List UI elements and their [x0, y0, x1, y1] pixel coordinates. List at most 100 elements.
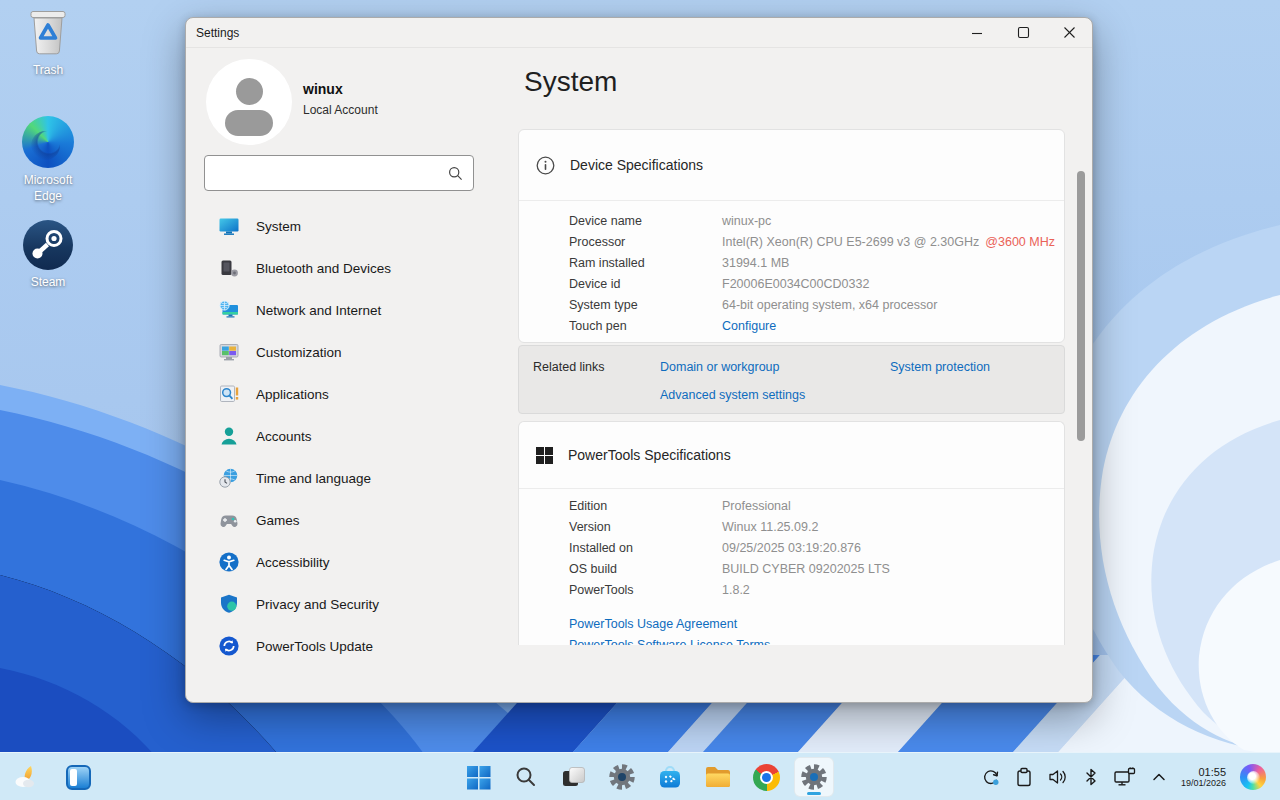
- spec-row-touch-pen: Touch pen Configure: [519, 315, 1064, 336]
- spec-row-installed-on: Installed on 09/25/2025 03:19:20.876: [519, 537, 1064, 558]
- powertools-license-terms-link[interactable]: PowerTools Software License Terms: [569, 635, 1064, 645]
- sidebar-item-label: Privacy and Security: [256, 597, 379, 612]
- sidebar-item-label: Accounts: [256, 429, 312, 444]
- desktop-icon-trash[interactable]: Trash: [0, 8, 96, 79]
- spec-value: 1.8.2: [722, 583, 750, 597]
- sidebar-item-network[interactable]: Network and Internet: [204, 289, 489, 331]
- sidebar-item-time-language[interactable]: Time and language: [204, 457, 489, 499]
- sync-icon[interactable]: [981, 767, 1001, 787]
- clipboard-icon[interactable]: [1015, 767, 1033, 787]
- windows-logo-icon: [536, 447, 553, 464]
- spec-value: 09/25/2025 03:19:20.876: [722, 541, 861, 555]
- desktop-icon-label: Microsoft Edge: [12, 173, 84, 204]
- sidebar-item-accessibility[interactable]: Accessibility: [204, 541, 489, 583]
- spec-label: Device name: [569, 214, 722, 228]
- sidebar-item-bluetooth[interactable]: Bluetooth and Devices: [204, 247, 489, 289]
- card-title: PowerTools Specifications: [568, 447, 731, 463]
- taskbar: 01:55 19/01/2026: [0, 752, 1280, 800]
- widgets-icon[interactable]: [66, 765, 91, 790]
- task-view-button[interactable]: [554, 757, 594, 797]
- sidebar-item-label: Bluetooth and Devices: [256, 261, 391, 276]
- sidebar-item-label: System: [256, 219, 301, 234]
- powertools-update-icon: [218, 635, 240, 657]
- settings-app-button-active[interactable]: [794, 757, 834, 797]
- spec-label: Ram installed: [569, 256, 722, 270]
- maximize-button[interactable]: [1000, 18, 1046, 47]
- windows-start-icon: [466, 765, 491, 790]
- settings-gear-button[interactable]: [602, 757, 642, 797]
- sidebar-item-system[interactable]: System: [204, 205, 489, 247]
- sidebar-item-label: Time and language: [256, 471, 371, 486]
- taskbar-clock[interactable]: 01:55 19/01/2026: [1181, 766, 1226, 789]
- search-input[interactable]: [205, 156, 473, 190]
- scrollbar-thumb[interactable]: [1077, 171, 1085, 441]
- system-icon: [218, 215, 240, 237]
- weather-icon[interactable]: [12, 763, 40, 791]
- configure-link[interactable]: Configure: [722, 319, 776, 333]
- store-button[interactable]: [650, 757, 690, 797]
- volume-icon[interactable]: [1047, 767, 1069, 787]
- bluetooth-icon[interactable]: [1083, 767, 1099, 787]
- spec-label: Device id: [569, 277, 722, 291]
- chevron-up-icon[interactable]: [1151, 769, 1167, 785]
- system-protection-link[interactable]: System protection: [890, 360, 990, 374]
- start-button[interactable]: [458, 757, 498, 797]
- sidebar-item-label: Accessibility: [256, 555, 330, 570]
- spec-value: F20006E0034C00CD0332: [722, 277, 869, 291]
- related-links-section: Related links Domain or workgroup System…: [518, 345, 1065, 414]
- bluetooth-devices-icon: [218, 257, 240, 279]
- time-language-icon: [218, 467, 240, 489]
- taskbar-search-button[interactable]: [506, 757, 546, 797]
- sidebar-item-powertools-update[interactable]: PowerTools Update: [204, 625, 489, 667]
- search-box[interactable]: [204, 155, 474, 191]
- spec-value: Professional: [722, 499, 791, 513]
- sidebar-item-games[interactable]: Games: [204, 499, 489, 541]
- minimize-button[interactable]: [954, 18, 1000, 47]
- settings-window: Settings winux Local Account System: [185, 17, 1093, 703]
- desktop-icon-steam[interactable]: Steam: [0, 220, 96, 291]
- customization-icon: [218, 341, 240, 363]
- chrome-icon: [753, 764, 780, 791]
- store-icon: [657, 764, 683, 790]
- window-title: Settings: [196, 26, 239, 40]
- spec-row-device-id: Device id F20006E0034C00CD0332: [519, 273, 1064, 294]
- user-avatar[interactable]: [206, 59, 292, 145]
- search-icon: [448, 166, 463, 181]
- sidebar-item-customization[interactable]: Customization: [204, 331, 489, 373]
- sidebar-item-label: Applications: [256, 387, 329, 402]
- spec-row-version: Version Winux 11.25.09.2: [519, 516, 1064, 537]
- spec-label: PowerTools: [569, 583, 722, 597]
- spec-value: BUILD CYBER 09202025 LTS: [722, 562, 890, 576]
- privacy-security-icon: [218, 593, 240, 615]
- spec-value: Winux 11.25.09.2: [722, 520, 818, 534]
- advanced-system-settings-link[interactable]: Advanced system settings: [660, 388, 805, 402]
- spec-row-system-type: System type 64-bit operating system, x64…: [519, 294, 1064, 315]
- games-icon: [218, 509, 240, 531]
- card-header: PowerTools Specifications: [519, 422, 1064, 489]
- page-title: System: [524, 67, 617, 97]
- copilot-icon[interactable]: [1240, 764, 1266, 790]
- sidebar-item-accounts[interactable]: Accounts: [204, 415, 489, 457]
- chrome-button[interactable]: [746, 757, 786, 797]
- sidebar-item-label: Games: [256, 513, 300, 528]
- powertools-specifications-card: PowerTools Specifications Edition Profes…: [518, 421, 1065, 645]
- titlebar: Settings: [186, 18, 1092, 48]
- search-icon: [514, 765, 538, 789]
- close-button[interactable]: [1046, 18, 1092, 47]
- powertools-usage-agreement-link[interactable]: PowerTools Usage Agreement: [569, 614, 1064, 635]
- user-name: winux: [303, 81, 343, 97]
- network-display-icon[interactable]: [1113, 767, 1137, 787]
- spec-row-os-build: OS build BUILD CYBER 09202025 LTS: [519, 558, 1064, 579]
- spec-value: 31994.1 MB: [722, 256, 789, 270]
- desktop-icon-edge[interactable]: Microsoft Edge: [0, 116, 96, 204]
- sidebar-item-label: PowerTools Update: [256, 639, 373, 654]
- edge-icon: [22, 116, 74, 168]
- file-explorer-button[interactable]: [698, 757, 738, 797]
- sidebar-item-applications[interactable]: Applications: [204, 373, 489, 415]
- spec-row-processor: Processor Intel(R) Xeon(R) CPU E5-2699 v…: [519, 231, 1064, 252]
- device-specifications-card: Device Specifications Device name winux-…: [518, 129, 1065, 343]
- domain-workgroup-link[interactable]: Domain or workgroup: [660, 360, 780, 374]
- sidebar-item-privacy[interactable]: Privacy and Security: [204, 583, 489, 625]
- sidebar-item-label: Customization: [256, 345, 342, 360]
- spec-label: System type: [569, 298, 722, 312]
